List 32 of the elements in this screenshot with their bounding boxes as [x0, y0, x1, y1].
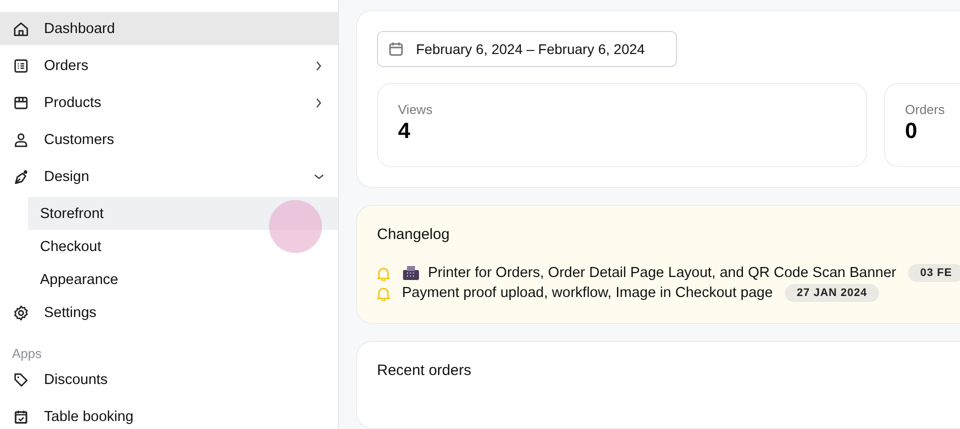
stat-value: 0	[905, 118, 918, 144]
nav-item[interactable]: Orders	[0, 49, 338, 82]
tag-icon	[12, 370, 30, 388]
stat-value: 4	[398, 118, 412, 144]
nav-item[interactable]: Dashboard	[0, 12, 338, 45]
card-title: Recent orders	[377, 362, 472, 379]
bell-icon	[377, 286, 390, 300]
calendar-check-icon	[12, 408, 30, 426]
nav-subitem[interactable]: Storefront	[28, 197, 338, 230]
calendar-icon	[388, 41, 404, 57]
nav-item[interactable]: Discounts	[0, 363, 338, 396]
date-range-field[interactable]: February 6, 2024 – February 6, 2024	[377, 31, 677, 67]
changelog-entry: Printer for Orders, Order Detail Page Layout, and QR Code Scan Banner	[428, 265, 896, 281]
settings-icon	[12, 304, 30, 322]
nav-item[interactable]: Settings	[0, 296, 338, 329]
fax-machine-icon	[402, 265, 420, 281]
list-icon	[12, 56, 30, 74]
changelog-entry: Payment proof upload, workflow, Image in Checkout page	[402, 285, 773, 301]
pen-icon	[12, 168, 30, 186]
nav-item[interactable]: Design	[0, 160, 338, 193]
nav-item[interactable]: Customers	[0, 123, 338, 156]
home-icon	[12, 20, 30, 38]
user-icon	[12, 130, 30, 148]
bell-icon	[377, 266, 390, 280]
nav-item[interactable]: Table booking	[0, 400, 338, 429]
date-badge: 27 JAN 2024	[784, 284, 880, 302]
nav-item[interactable]: Products	[0, 86, 338, 119]
card-title: Changelog	[377, 226, 451, 243]
stat-label: Orders	[905, 102, 946, 117]
stat-label: Views	[398, 102, 434, 117]
date-badge: 03 FE	[908, 264, 960, 282]
section-title: Apps	[11, 345, 43, 363]
